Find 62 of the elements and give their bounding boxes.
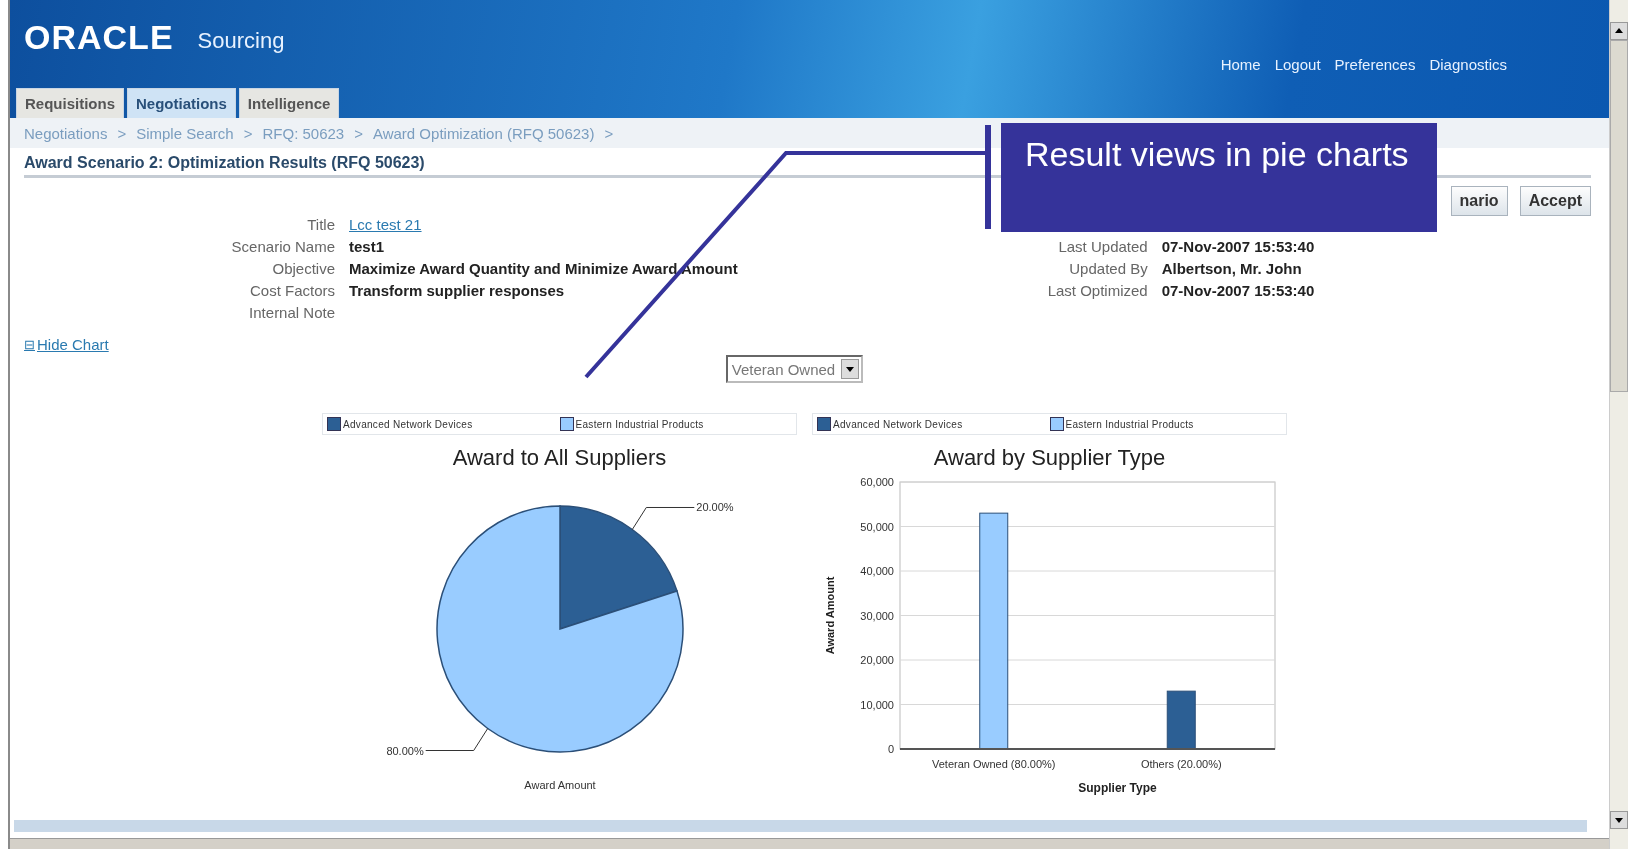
legend-swatch xyxy=(817,417,831,431)
field-label: Scenario Name xyxy=(230,238,335,256)
field-value: 07-Nov-2007 15:53:40 xyxy=(1161,238,1315,256)
product-name: Sourcing xyxy=(197,28,285,54)
breadcrumb-separator: > xyxy=(243,124,253,142)
tick-label: 40,000 xyxy=(860,565,894,577)
tick-label: 10,000 xyxy=(860,698,894,711)
leader-line xyxy=(425,728,489,751)
field-label: Last Optimized xyxy=(1046,282,1148,300)
legend-swatch xyxy=(559,417,574,431)
bar xyxy=(1166,690,1196,750)
category-label: Veteran Owned (80.00%) xyxy=(932,758,1056,770)
scrollbar[interactable] xyxy=(1609,0,1628,849)
field-value: Transform supplier responses xyxy=(349,282,566,300)
leader-line xyxy=(631,507,695,530)
field-value: Albertson, Mr. John xyxy=(1161,260,1303,278)
percent-label: 20.00% xyxy=(696,501,734,514)
legend-swatch xyxy=(327,417,341,431)
axis-title: Award Amount xyxy=(824,576,836,655)
axis-title: Supplier Type xyxy=(1078,781,1157,795)
supplier-type-select[interactable]: Veteran Owned xyxy=(725,355,864,383)
legend-label: Advanced Network Devices xyxy=(833,418,963,430)
field-label: Objective xyxy=(271,260,335,278)
global-link[interactable]: Diagnostics xyxy=(1429,56,1507,73)
legend-label: Eastern Industrial Products xyxy=(575,418,704,430)
title-link[interactable]: Lcc test 21 xyxy=(349,216,738,234)
field-value: test1 xyxy=(349,238,386,256)
chart-title: Award to All Suppliers xyxy=(452,445,667,471)
tab[interactable]: Requisitions xyxy=(16,88,124,118)
global-link[interactable]: Preferences xyxy=(1334,56,1416,73)
legend-label: Eastern Industrial Products xyxy=(1065,418,1194,430)
scroll-down-icon[interactable] xyxy=(1610,811,1628,829)
chart-title: Award by Supplier Type xyxy=(933,445,1166,471)
field-label: Last Updated xyxy=(1057,238,1148,256)
breadcrumb-separator: > xyxy=(354,124,363,142)
logo: ORACLE xyxy=(24,18,174,57)
percent-label: 80.00% xyxy=(386,744,424,757)
tab[interactable]: Intelligence xyxy=(238,88,340,118)
action-button[interactable]: nario xyxy=(1450,186,1508,216)
tick-label: 50,000 xyxy=(860,520,894,533)
breadcrumb-separator: > xyxy=(117,124,127,142)
global-link[interactable]: Logout xyxy=(1274,56,1321,73)
field-value: 07-Nov-2007 15:53:40 xyxy=(1161,282,1315,300)
tick-label: 20,000 xyxy=(860,654,894,666)
tick-label: 60,000 xyxy=(860,476,894,488)
legend-swatch xyxy=(1049,417,1064,431)
axis-title: Award Amount xyxy=(524,779,596,791)
field-label: Title xyxy=(306,216,335,234)
category-label: Others (20.00%) xyxy=(1140,758,1222,770)
action-button[interactable]: Accept xyxy=(1519,186,1591,216)
tick-label: 0 xyxy=(887,743,894,755)
global-link[interactable]: Home xyxy=(1220,56,1261,73)
field-label: Updated By xyxy=(1068,260,1148,278)
callout-text: Result views in pie charts xyxy=(1001,123,1437,232)
field-label: Cost Factors xyxy=(248,282,335,300)
field-label: Internal Note xyxy=(248,304,335,322)
tick-label: 30,000 xyxy=(860,609,894,622)
scroll-up-icon[interactable] xyxy=(1610,22,1628,40)
breadcrumb-separator: > xyxy=(604,124,614,142)
legend-label: Advanced Network Devices xyxy=(343,418,473,430)
tab[interactable]: Negotiations xyxy=(127,88,236,118)
hide-chart-link[interactable]: ⊟Hide Chart xyxy=(24,336,109,353)
